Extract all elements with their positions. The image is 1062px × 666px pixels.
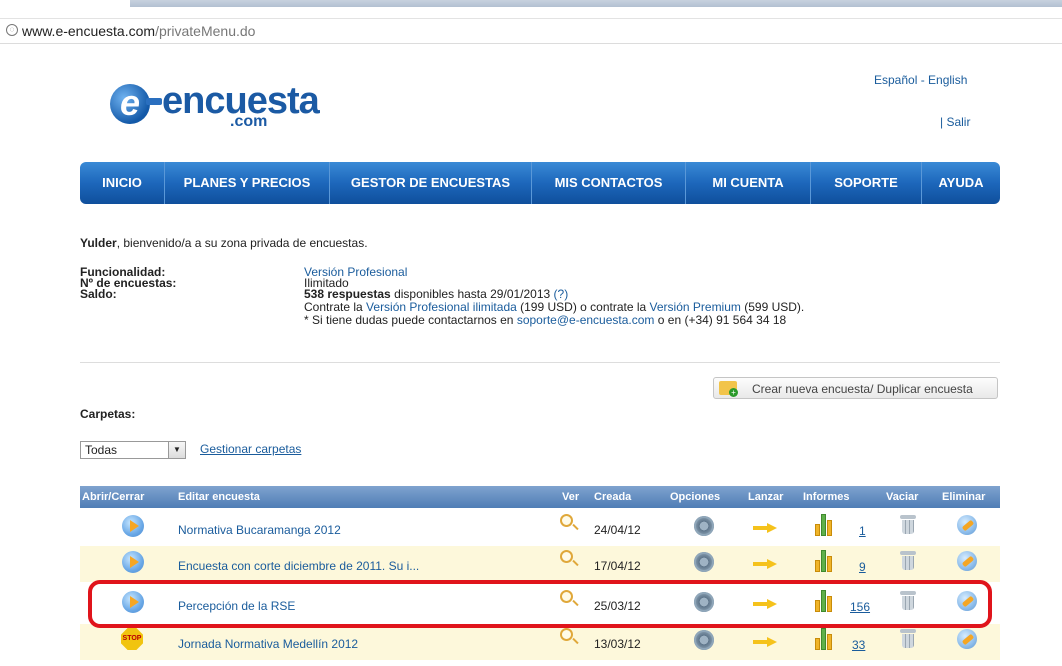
col-launch: Lanzar <box>748 491 784 503</box>
nav-item-inicio[interactable]: INICIO <box>80 162 165 204</box>
trash-icon[interactable] <box>900 515 916 535</box>
highlight-annotation <box>88 580 992 628</box>
folders-label: Carpetas: <box>80 407 136 421</box>
bar-chart-icon[interactable] <box>814 514 834 536</box>
col-options: Opciones <box>670 491 721 503</box>
launch-arrow-icon[interactable] <box>753 559 779 569</box>
support-email-link[interactable]: soporte@e-encuesta.com <box>517 313 655 327</box>
logo-e: e <box>120 82 141 123</box>
created-date: 24/04/12 <box>594 523 641 537</box>
nav-item-cuenta[interactable]: MI CUENTA <box>686 162 811 204</box>
plus-icon: + <box>729 388 738 397</box>
delete-icon[interactable] <box>957 629 977 649</box>
manage-folders-link[interactable]: Gestionar carpetas <box>200 442 301 456</box>
saldo-value: 538 respuestas disponibles hasta 29/01/2… <box>304 288 568 300</box>
reports-count-link[interactable]: 1 <box>859 524 866 538</box>
saldo-rest: disponibles hasta 29/01/2013 <box>390 287 554 301</box>
divider <box>80 362 1000 363</box>
survey-name-link[interactable]: Jornada Normativa Medellín 2012 <box>178 637 358 651</box>
surveys-table-header: Abrir/Cerrar Editar encuesta Ver Creada … <box>80 486 1000 508</box>
col-delete: Eliminar <box>942 491 986 503</box>
url-text[interactable]: www.e-encuesta.com/privateMenu.do <box>22 23 255 39</box>
new-survey-button[interactable]: + Crear nueva encuesta/ Duplicar encuest… <box>713 377 998 399</box>
address-bar[interactable]: ◌ www.e-encuesta.com/privateMenu.do <box>0 18 1062 44</box>
support-post: o en (+34) 91 564 34 18 <box>654 313 787 327</box>
col-toggle: Abrir/Cerrar <box>82 491 145 503</box>
saldo-label: Saldo: <box>80 287 117 301</box>
browser-tabs[interactable] <box>130 0 1062 7</box>
delete-icon[interactable] <box>957 515 977 535</box>
col-reports: Informes <box>803 491 850 503</box>
browser-tab-strip <box>0 0 1062 14</box>
saldo-help-link[interactable]: (?) <box>554 287 569 301</box>
gear-icon[interactable] <box>694 552 714 572</box>
stop-icon[interactable]: STOP <box>121 628 143 650</box>
upgrade-mid: (199 USD) o contrate la <box>516 300 650 314</box>
upgrade-pro-link[interactable]: Versión Profesional ilimitada <box>366 300 517 314</box>
trash-icon[interactable] <box>900 551 916 571</box>
upgrade-text: Contrate la Versión Profesional ilimitad… <box>304 301 804 313</box>
col-view: Ver <box>562 491 580 503</box>
table-row: Encuesta con corte diciembre de 2011. Su… <box>80 546 1000 582</box>
nav-item-contactos[interactable]: MIS CONTACTOS <box>532 162 686 204</box>
gear-icon[interactable] <box>694 630 714 650</box>
nav-item-gestor[interactable]: GESTOR DE ENCUESTAS <box>330 162 532 204</box>
logo-dash <box>146 98 162 105</box>
upgrade-premium-link[interactable]: Versión Premium <box>650 300 741 314</box>
support-text: * Si tiene dudas puede contactarnos en s… <box>304 314 786 326</box>
play-icon[interactable] <box>122 551 144 573</box>
launch-arrow-icon[interactable] <box>753 637 779 647</box>
folder-select[interactable]: Todas ▼ <box>80 441 186 459</box>
folder-select-value: Todas <box>85 443 118 457</box>
language-switcher[interactable]: Español - English <box>874 73 967 87</box>
saldo-responses: 538 respuestas <box>304 287 391 301</box>
url-path: /privateMenu.do <box>155 23 256 39</box>
site-logo[interactable]: e encuesta .com <box>110 80 320 135</box>
chevron-down-icon[interactable]: ▼ <box>168 442 185 458</box>
magnifier-icon[interactable] <box>560 628 573 641</box>
col-edit: Editar encuesta <box>178 491 260 503</box>
reports-count-link[interactable]: 9 <box>859 560 866 574</box>
logo-tld: .com <box>230 113 268 130</box>
welcome-message: Yulder, bienvenido/a a su zona privada d… <box>80 236 368 250</box>
gear-icon[interactable] <box>694 516 714 536</box>
play-icon[interactable] <box>122 515 144 537</box>
delete-icon[interactable] <box>957 551 977 571</box>
survey-name-link[interactable]: Encuesta con corte diciembre de 2011. Su… <box>178 559 419 573</box>
magnifier-icon[interactable] <box>560 514 573 527</box>
created-date: 13/03/12 <box>594 637 641 651</box>
main-nav: INICIO PLANES Y PRECIOS GESTOR DE ENCUES… <box>80 162 1000 204</box>
nav-item-soporte[interactable]: SOPORTE <box>811 162 922 204</box>
welcome-user: Yulder <box>80 236 117 250</box>
upgrade-post: (599 USD). <box>740 300 805 314</box>
trash-icon[interactable] <box>900 629 916 649</box>
reports-count-link[interactable]: 33 <box>852 638 865 652</box>
col-empty: Vaciar <box>886 491 919 503</box>
nav-item-ayuda[interactable]: AYUDA <box>922 162 1000 204</box>
url-host: www.e-encuesta.com <box>22 23 156 39</box>
upgrade-pre: Contrate la <box>304 300 367 314</box>
col-created: Creada <box>594 491 632 503</box>
survey-name-link[interactable]: Normativa Bucaramanga 2012 <box>178 523 341 537</box>
nav-item-planes[interactable]: PLANES Y PRECIOS <box>165 162 330 204</box>
new-survey-label: Crear nueva encuesta/ Duplicar encuesta <box>752 382 973 396</box>
created-date: 17/04/12 <box>594 559 641 573</box>
welcome-text: , bienvenido/a a su zona privada de encu… <box>116 236 368 250</box>
bar-chart-icon[interactable] <box>814 628 834 650</box>
table-row: STOP Jornada Normativa Medellín 2012 13/… <box>80 624 1000 660</box>
launch-arrow-icon[interactable] <box>753 523 779 533</box>
table-row: Normativa Bucaramanga 2012 24/04/12 1 <box>80 510 1000 546</box>
bar-chart-icon[interactable] <box>814 550 834 572</box>
magnifier-icon[interactable] <box>560 550 573 563</box>
logout-link[interactable]: | Salir <box>940 115 970 129</box>
support-pre: * Si tiene dudas puede contactarnos en <box>304 313 517 327</box>
globe-icon: ◌ <box>6 24 18 36</box>
